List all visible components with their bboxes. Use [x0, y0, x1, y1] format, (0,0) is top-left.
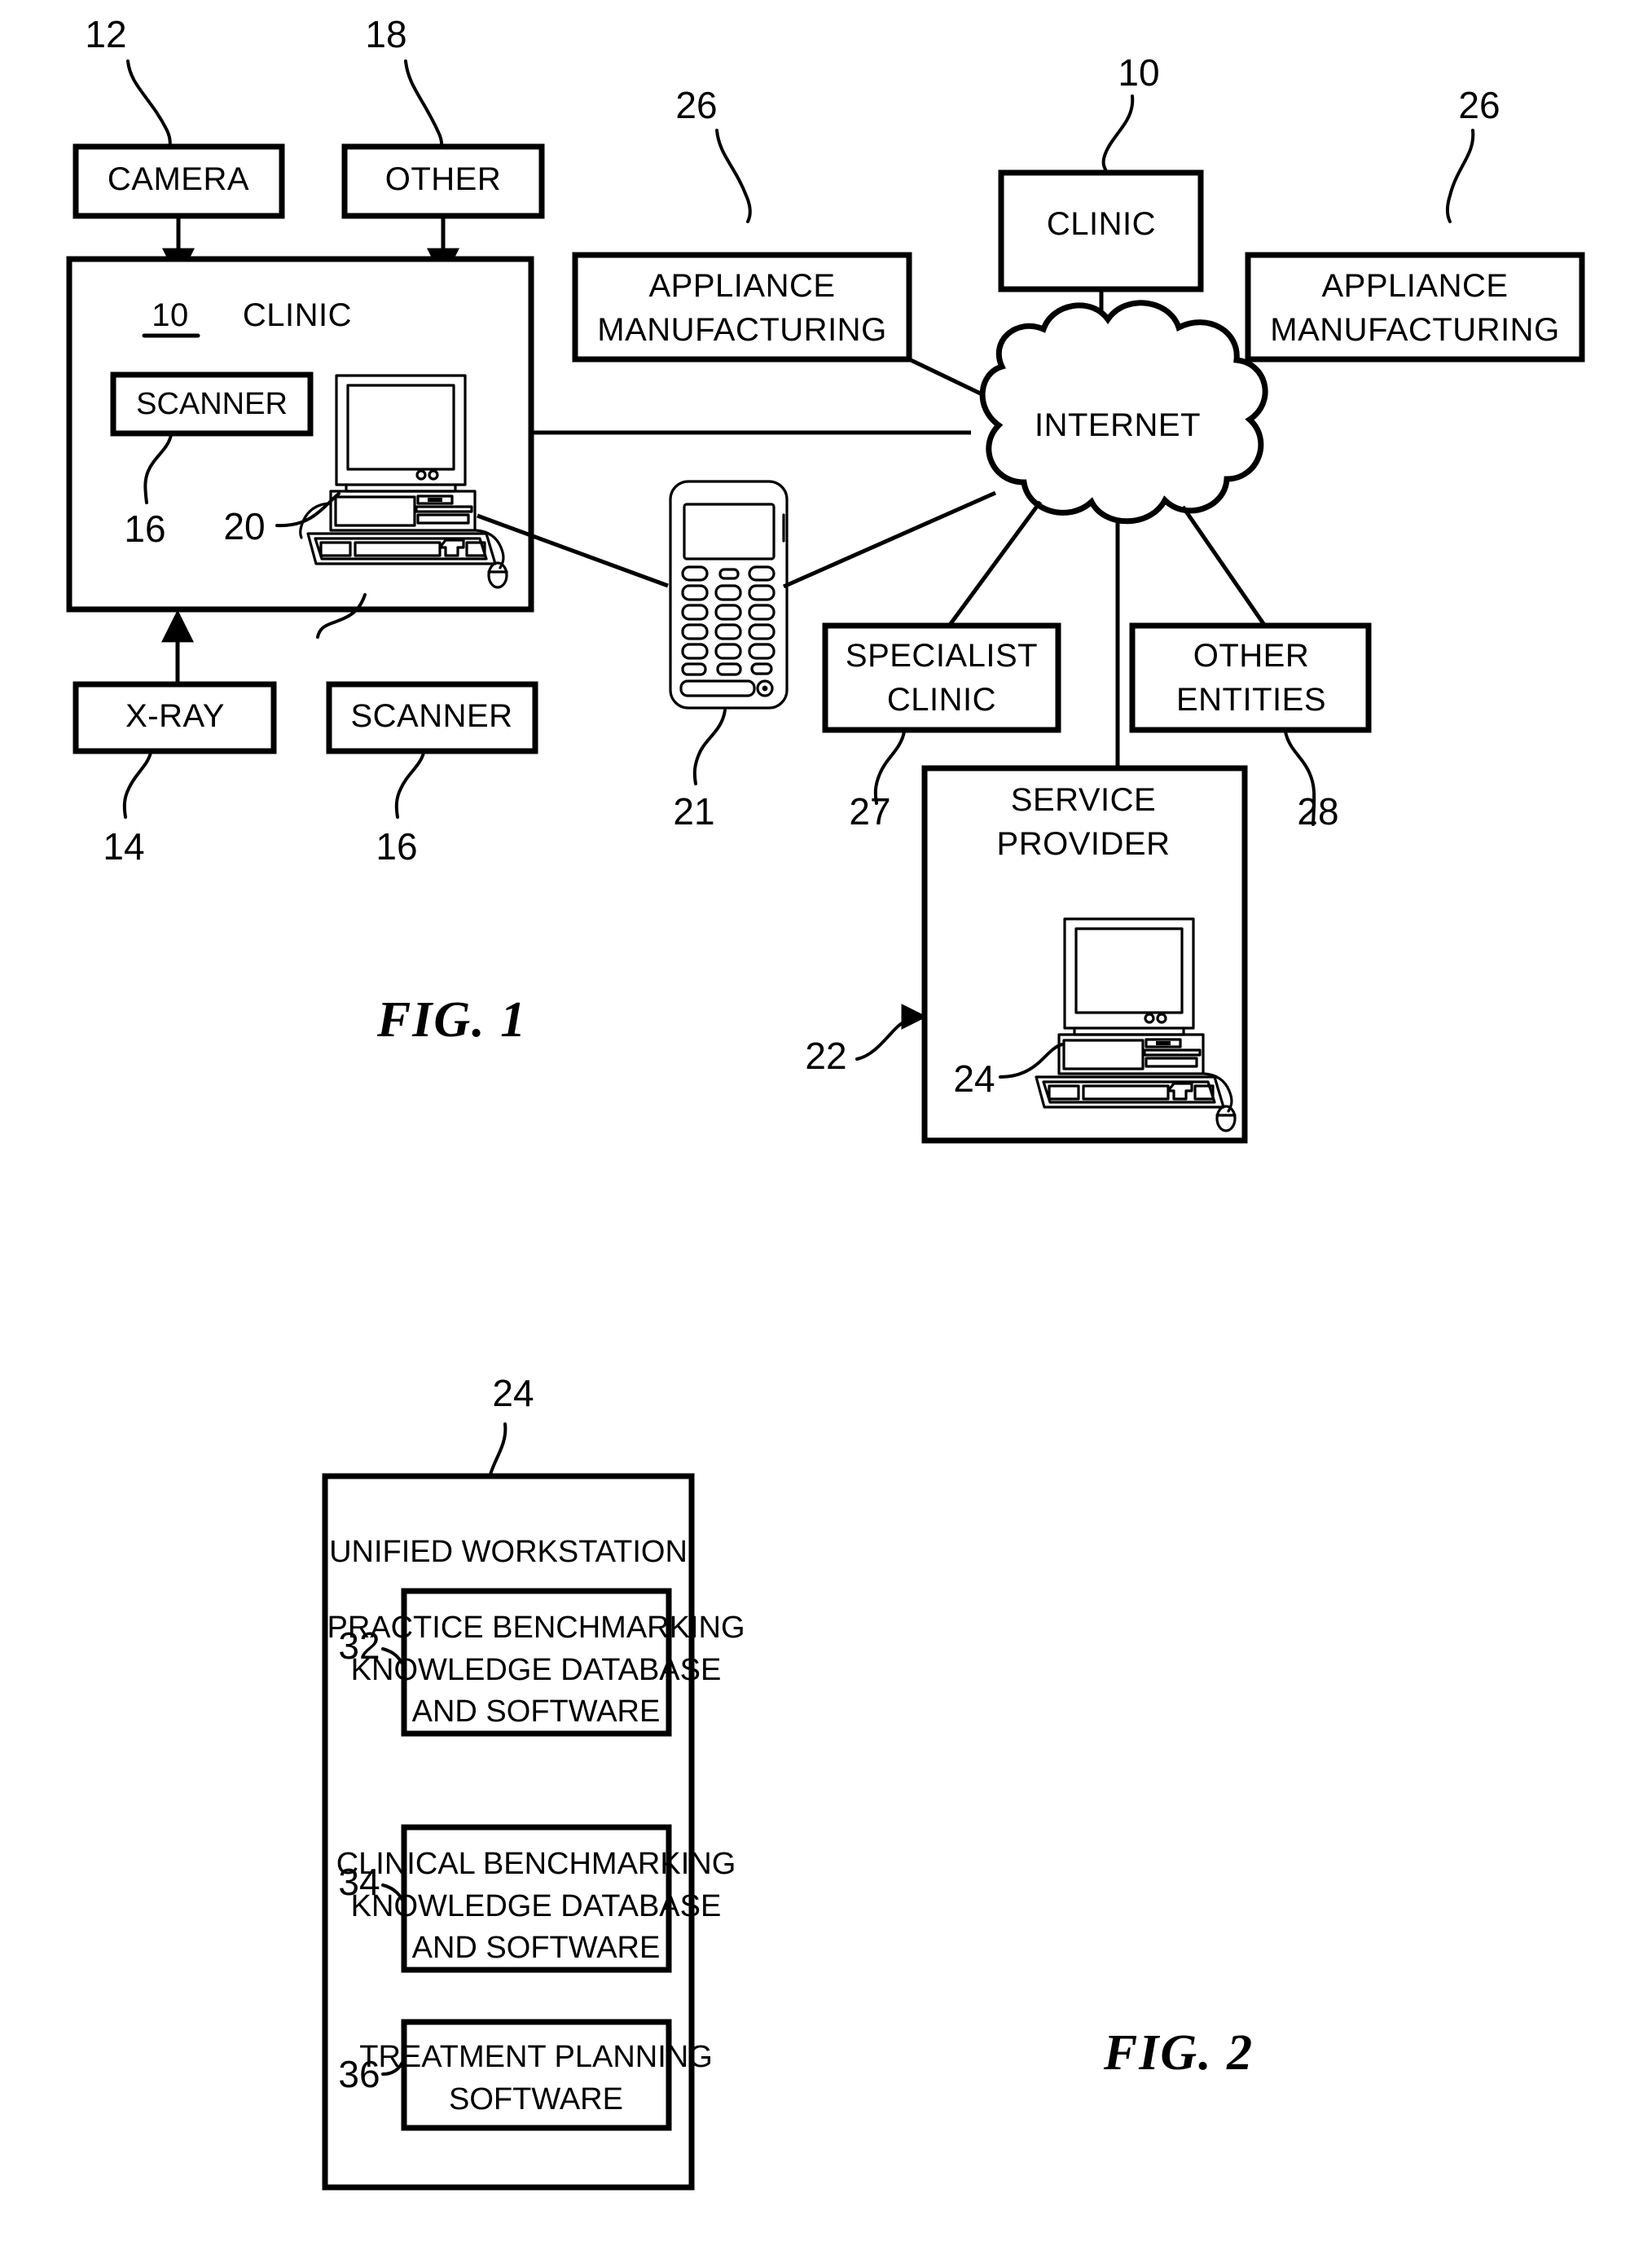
practice-benchmarking-line1: PRACTICE BENCHMARKING [327, 1611, 745, 1645]
clinical-benchmarking-line2: KNOWLEDGE DATABASE [351, 1889, 722, 1923]
ref-21-leader [692, 709, 727, 785]
service-provider-label-line2: PROVIDER [997, 826, 1171, 862]
ref-26-right-leader [1446, 129, 1475, 223]
appliance-left-label-line1: APPLIANCE [648, 268, 835, 304]
clinical-benchmarking-line3: AND SOFTWARE [412, 1931, 661, 1965]
internet-to-specialist-line [947, 500, 1043, 626]
ref-number-24-fig1: 24 [953, 1057, 995, 1100]
specialist-clinic-label-line2: CLINIC [887, 682, 996, 718]
ref-number-18: 18 [365, 13, 406, 55]
ref-number-21: 21 [673, 790, 714, 833]
ref-number-26-right: 26 [1458, 84, 1500, 126]
internet-to-other-entities-line [1180, 505, 1267, 626]
patent-drawing-sheet: 12 CAMERA 18 OTHER 10 CLINIC SCANNER 16 … [0, 0, 1652, 2246]
ref-number-16-bottom: 16 [376, 825, 417, 868]
ref-12-leader [126, 59, 172, 160]
mobile-phone-icon [669, 480, 789, 710]
appliance-right-label-line2: MANUFACTURING [1270, 312, 1559, 348]
ref-number-34: 34 [338, 1861, 380, 1903]
figure-1-caption: FIG. 1 [376, 992, 527, 1048]
ref-number-14: 14 [103, 825, 144, 868]
scanner-inner-label: SCANNER [136, 387, 288, 421]
ref-22-leader [855, 1004, 928, 1061]
figure-canvas: 12 CAMERA 18 OTHER 10 CLINIC SCANNER 16 … [66, 13, 1585, 2191]
unified-workstation-label: UNIFIED WORKSTATION [329, 1535, 688, 1569]
treatment-planning-line2: SOFTWARE [449, 2082, 623, 2116]
appliance-left-to-internet-line [907, 357, 992, 401]
ref-number-28: 28 [1297, 790, 1338, 833]
ref-number-36: 36 [338, 2053, 380, 2095]
appliance-left-label-line2: MANUFACTURING [597, 312, 886, 348]
ref-number-22: 22 [805, 1035, 846, 1077]
ref-number-32: 32 [338, 1624, 380, 1667]
camera-box-label: CAMERA [108, 161, 249, 197]
ref-number-24-fig2: 24 [492, 1372, 534, 1414]
clinical-benchmarking-line1: CLINICAL BENCHMARKING [336, 1847, 736, 1881]
ref-number-26-left: 26 [675, 84, 717, 126]
service-provider-label-line1: SERVICE [1011, 782, 1156, 818]
figure-2-caption: FIG. 2 [1103, 2025, 1254, 2081]
ref-number-16-inner: 16 [124, 508, 165, 550]
ref-10-remote-leader [1101, 94, 1135, 174]
treatment-planning-line1: TREATMENT PLANNING [359, 2040, 713, 2074]
other-entities-label-line1: OTHER [1193, 638, 1310, 674]
other-entities-label-line2: ENTITIES [1176, 682, 1326, 718]
clinic-main-ref-number: 10 [152, 297, 189, 333]
ref-26-left-leader [715, 129, 752, 223]
internet-cloud-label: INTERNET [1035, 407, 1201, 443]
xray-box-label: X-RAY [125, 698, 225, 734]
specialist-clinic-label-line1: SPECIALIST [846, 638, 1038, 674]
practice-benchmarking-line3: AND SOFTWARE [412, 1694, 661, 1729]
ref-14-leader [122, 751, 152, 819]
appliance-right-label-line1: APPLIANCE [1321, 268, 1508, 304]
ref-number-20: 20 [223, 505, 265, 547]
other-input-box-label: OTHER [385, 161, 502, 197]
scanner-bottom-label: SCANNER [350, 698, 512, 734]
practice-benchmarking-line2: KNOWLEDGE DATABASE [351, 1653, 722, 1687]
ref-number-27: 27 [849, 790, 890, 833]
ref-number-12: 12 [85, 13, 126, 55]
mobile-to-internet-line [782, 490, 997, 589]
ref-16-bottom-leader [394, 751, 425, 819]
clinic-main-label: CLINIC [243, 297, 352, 333]
clinic-remote-label: CLINIC [1047, 206, 1156, 242]
ref-number-10-remote: 10 [1118, 51, 1159, 94]
ref-18-leader [404, 59, 444, 160]
